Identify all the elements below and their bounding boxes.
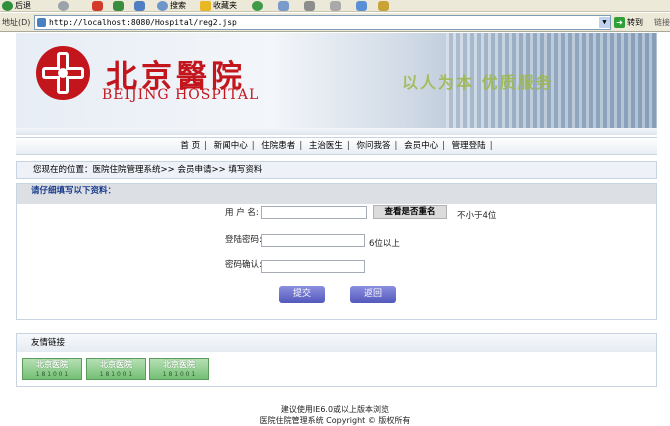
address-label: 地址(D)	[2, 18, 31, 27]
footer-browser-note: 建议使用IE6.0或以上版本浏览	[280, 405, 390, 414]
url-input[interactable]: http://localhost:8080/Hospital/reg2.jsp …	[34, 15, 611, 30]
check-username-button[interactable]: 查看是否重名	[373, 205, 447, 219]
edit-icon	[330, 0, 341, 11]
home-button[interactable]	[134, 0, 145, 11]
home-icon	[134, 0, 145, 11]
link-badge[interactable]: 北京医院 1 8 1 0 0 1	[149, 358, 209, 380]
hospital-banner: 北京醫院 BEIJING HOSPITAL 以人为本 优质服务	[16, 33, 657, 128]
nav-item-doctors[interactable]: 主治医生	[307, 141, 345, 151]
print-button[interactable]	[304, 0, 315, 11]
nav-item-home[interactable]: 首 页	[178, 141, 202, 151]
breadcrumb-path: 医院住院管理系统>> 会员申请>> 填写资料	[92, 165, 263, 175]
footer-copyright: 医院住院管理系统 Copyright © 版权所有	[259, 416, 411, 425]
nav-item-qa[interactable]: 你问我答	[354, 141, 392, 151]
link-badge[interactable]: 北京医院 1 8 1 0 0 1	[22, 358, 82, 380]
form-header: 请仔细填写以下资料：	[17, 184, 656, 204]
nav-item-members[interactable]: 会员中心	[402, 141, 440, 151]
stop-button[interactable]	[92, 0, 103, 11]
hospital-logo-icon	[36, 46, 90, 100]
breadcrumb: 您现在的位置：医院住院管理系统>> 会员申请>> 填写资料	[16, 161, 657, 179]
username-label: 用 户 名:	[225, 208, 259, 218]
star-icon	[200, 0, 211, 11]
go-button[interactable]: ➜ 转到	[614, 15, 652, 30]
password-label: 登陆密码:	[225, 235, 262, 245]
go-arrow-icon: ➜	[614, 17, 625, 28]
mail-icon	[278, 0, 289, 11]
chevron-down-icon[interactable]: ▼	[599, 17, 610, 28]
history-button[interactable]	[252, 0, 263, 11]
research-button[interactable]	[378, 0, 389, 11]
password-hint: 6位以上	[369, 239, 400, 249]
nav-item-news[interactable]: 新闻中心	[212, 141, 250, 151]
print-icon	[304, 0, 315, 11]
hospital-name-en: BEIJING HOSPITAL	[102, 87, 260, 103]
banner-slogan: 以人为本 优质服务	[402, 73, 554, 92]
search-button[interactable]: 搜索	[157, 0, 186, 11]
stop-icon	[92, 0, 103, 11]
forward-arrow-icon	[58, 0, 69, 11]
favorites-button[interactable]: 收藏夹	[200, 0, 237, 11]
edit-button[interactable]	[330, 0, 341, 11]
password-input[interactable]	[261, 234, 365, 247]
link-badge[interactable]: 北京医院 1 8 1 0 0 1	[86, 358, 146, 380]
browser-toolbar: 后退 搜索 收藏夹	[0, 0, 670, 12]
username-input[interactable]	[261, 206, 367, 219]
refresh-icon	[113, 0, 124, 11]
nav-item-admin-login[interactable]: 管理登陆	[450, 141, 488, 151]
breadcrumb-label: 您现在的位置：	[33, 165, 93, 175]
history-icon	[252, 0, 263, 11]
links-label[interactable]: 链接	[654, 17, 670, 28]
back-form-button[interactable]: 返回	[350, 286, 396, 303]
banner-strip	[16, 128, 657, 135]
back-arrow-icon	[2, 0, 13, 11]
messenger-button[interactable]	[356, 0, 367, 11]
links-title: 友情链接	[17, 334, 656, 352]
page-icon	[37, 18, 46, 27]
mail-button[interactable]	[278, 0, 289, 11]
address-bar: 地址(D) http://localhost:8080/Hospital/reg…	[0, 13, 670, 32]
main-nav: 首 页 | 新闻中心 | 住院患者 | 主治医生 | 你问我答 | 会员中心 | 管理登陆 |	[16, 137, 657, 155]
page-footer: 建议使用IE6.0或以上版本浏览 医院住院管理系统 Copyright © 版权…	[0, 404, 670, 426]
username-hint: 不小于4位	[457, 211, 497, 221]
registration-form: 请仔细填写以下资料： 用 户 名: 查看是否重名 不小于4位 登陆密码: 6位以…	[16, 183, 657, 320]
submit-button[interactable]: 提交	[279, 286, 325, 303]
confirm-password-input[interactable]	[261, 260, 365, 273]
messenger-icon	[356, 0, 367, 11]
refresh-button[interactable]	[113, 0, 124, 11]
confirm-password-label: 密码确认:	[225, 260, 262, 270]
friendly-links: 友情链接 北京医院 1 8 1 0 0 1 北京医院 1 8 1 0 0 1 北京医…	[16, 333, 657, 387]
nav-item-inpatients[interactable]: 住院患者	[259, 141, 297, 151]
research-icon	[378, 0, 389, 11]
back-button[interactable]: 后退	[2, 0, 31, 11]
forward-button[interactable]	[58, 0, 69, 11]
search-icon	[157, 0, 168, 11]
